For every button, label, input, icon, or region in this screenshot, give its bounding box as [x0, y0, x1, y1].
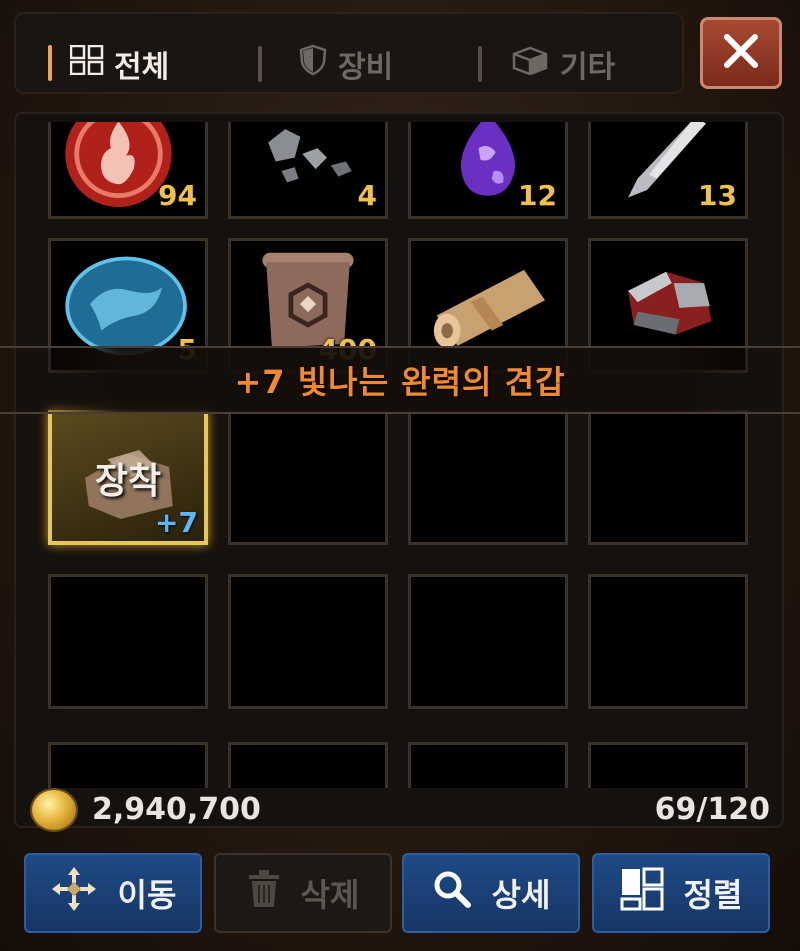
tab-equipment-label: 장비 [338, 50, 394, 85]
move-button-label: 이동 [117, 876, 177, 914]
inventory-slot[interactable]: 12 [408, 122, 568, 219]
tab-misc[interactable]: 기타 [510, 42, 615, 86]
gold-coin-icon [32, 790, 76, 830]
tab-misc-label: 기타 [560, 50, 616, 85]
detail-button-label: 상세 [491, 876, 551, 914]
inventory-slot[interactable] [588, 410, 748, 545]
detail-button[interactable]: 상세 [402, 853, 580, 933]
inventory-slot[interactable] [408, 742, 568, 788]
inventory-slot[interactable] [408, 574, 568, 709]
inventory-slot[interactable]: 13 [588, 122, 748, 219]
inventory-slot[interactable] [408, 410, 568, 545]
inventory-slot-equipped[interactable]: 장착 +7 [48, 410, 208, 545]
tab-divider [258, 46, 262, 82]
close-icon [721, 31, 761, 75]
delete-button[interactable]: 삭제 [214, 853, 392, 933]
move-icon [50, 865, 98, 921]
inventory-slot[interactable] [588, 574, 748, 709]
sort-button[interactable]: 정렬 [592, 853, 770, 933]
sort-button-label: 정렬 [683, 876, 743, 914]
inventory-slot[interactable] [228, 410, 388, 545]
tab-all-label: 전체 [114, 50, 170, 85]
tab-all[interactable]: 전체 [69, 42, 170, 86]
inventory-slot[interactable] [588, 742, 748, 788]
inventory-capacity: 69/120 [654, 792, 770, 827]
close-button[interactable] [700, 17, 782, 89]
grid-icon [69, 44, 104, 83]
move-button[interactable]: 이동 [24, 853, 202, 933]
enhance-level: +7 [155, 506, 198, 539]
trash-icon [247, 869, 281, 917]
item-quantity: 4 [357, 179, 377, 212]
gold-amount: 2,940,700 [92, 792, 261, 827]
inventory-grid[interactable]: 94 4 12 13 장착 +7 [14, 122, 784, 788]
item-quantity: 94 [158, 179, 197, 212]
inventory-slot[interactable] [228, 574, 388, 709]
inventory-slot[interactable]: 4 [228, 122, 388, 219]
inventory-panel: 94 4 12 13 장착 +7 2,940,700 69/120 [14, 112, 784, 830]
tooltip-text: +7 빛나는 완력의 견갑 [234, 363, 566, 401]
inventory-slot[interactable] [48, 574, 208, 709]
inventory-slot[interactable] [48, 742, 208, 788]
box-icon [510, 44, 550, 84]
delete-button-label: 삭제 [300, 876, 360, 914]
item-quantity: 12 [518, 179, 557, 212]
sort-grid-icon [620, 867, 664, 919]
item-quantity: 13 [698, 179, 737, 212]
ore-fragments-icon [239, 122, 377, 208]
shield-icon [298, 44, 328, 84]
tab-divider [478, 46, 482, 82]
tab-equipment[interactable]: 장비 [298, 42, 393, 86]
equipped-label: 장착 [94, 461, 162, 502]
inventory-footer: 2,940,700 69/120 [14, 788, 784, 830]
inventory-slot[interactable] [228, 742, 388, 788]
inventory-slot[interactable]: 94 [48, 122, 208, 219]
item-name-tooltip: +7 빛나는 완력의 견갑 [0, 346, 800, 414]
inventory-tab-bar: 전체 장비 기타 [14, 12, 684, 94]
magnifier-icon [432, 869, 472, 917]
active-tab-indicator [48, 45, 52, 81]
